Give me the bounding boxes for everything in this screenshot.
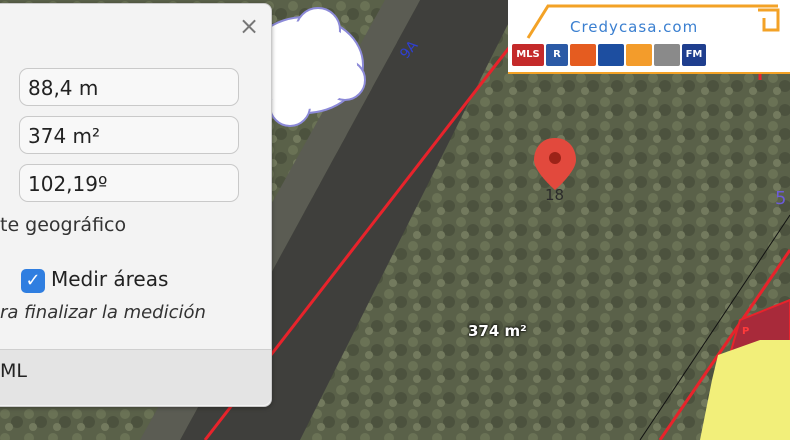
brand-name: Credycasa.com [570,18,699,36]
mls-logo: MLS [512,44,544,66]
export-kml-button[interactable]: ML [0,360,27,382]
house-logo [570,44,596,66]
partner-logo: R [546,44,568,66]
finish-measure-hint: ra finalizar la medición [0,302,206,323]
measured-area-label: 374 m² [468,322,527,340]
partner-logo-grey [654,44,680,66]
measure-areas-checkbox[interactable]: ✓ [21,269,45,293]
lot-number-label: 5 [775,188,787,209]
area-field[interactable]: 374 m² [19,116,239,154]
distance-field[interactable]: 88,4 m [19,68,239,106]
measure-areas-label[interactable]: Medir áreas [51,267,168,291]
marker-number: 18 [545,186,565,204]
close-icon[interactable]: × [239,14,259,38]
geographic-label: te geográfico [0,214,127,236]
partner-logo-orange [626,44,652,66]
partner-logos: MLS R FM [512,42,762,68]
export-bar [0,349,271,405]
plot-letter: P [742,326,750,337]
measure-panel: × 88,4 m 374 m² 102,19º te geográfico ✓ … [0,3,272,407]
partner-logo-blue [598,44,624,66]
bearing-field[interactable]: 102,19º [19,164,239,202]
fm-logo: FM [682,44,706,66]
